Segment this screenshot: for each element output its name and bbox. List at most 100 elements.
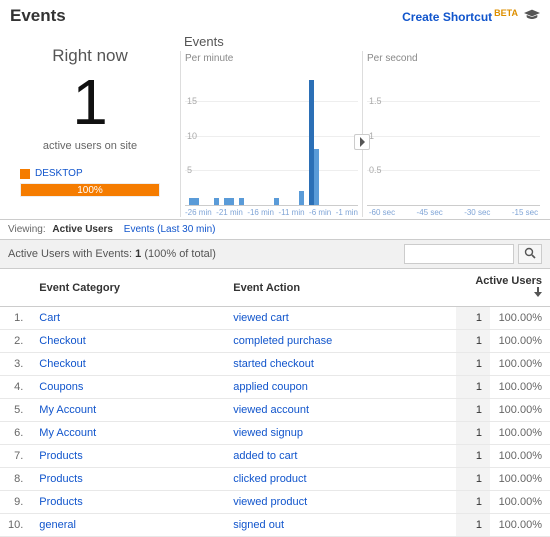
table-row: 1.Cartviewed cart1100.00%	[0, 307, 550, 330]
col-active-users[interactable]: Active Users	[456, 269, 550, 307]
row-index: 3.	[0, 353, 31, 376]
tab-events-30min[interactable]: Events (Last 30 min)	[124, 224, 216, 235]
per-second-x-labels: -60 sec -45 sec -30 sec -15 sec	[367, 208, 540, 217]
active-users-cell: 1	[456, 376, 490, 399]
percent-cell: 100.00%	[490, 353, 550, 376]
percent-cell: 100.00%	[490, 514, 550, 537]
report-header: Events Create ShortcutBETA	[0, 0, 550, 30]
event-action-link[interactable]: viewed account	[225, 399, 456, 422]
row-index: 5.	[0, 399, 31, 422]
event-action-link[interactable]: added to cart	[225, 445, 456, 468]
percent-cell: 100.00%	[490, 330, 550, 353]
event-action-link[interactable]: applied coupon	[225, 376, 456, 399]
event-action-link[interactable]: viewed cart	[225, 307, 456, 330]
device-desktop-link[interactable]: DESKTOP	[35, 168, 83, 179]
event-category-link[interactable]: Coupons	[31, 376, 225, 399]
active-users-cell: 1	[456, 353, 490, 376]
create-shortcut-link[interactable]: Create ShortcutBETA	[402, 8, 518, 24]
right-now-panel: Right now 1 active users on site DESKTOP…	[0, 30, 180, 219]
event-category-link[interactable]: general	[31, 514, 225, 537]
event-category-link[interactable]: Checkout	[31, 353, 225, 376]
col-event-action[interactable]: Event Action	[225, 269, 456, 307]
event-action-link[interactable]: completed purchase	[225, 330, 456, 353]
event-category-link[interactable]: My Account	[31, 422, 225, 445]
overview-section: Right now 1 active users on site DESKTOP…	[0, 30, 550, 220]
row-index: 8.	[0, 468, 31, 491]
per-minute-chart: Per minute 15 10 5	[180, 51, 362, 217]
percent-cell: 100.00%	[490, 445, 550, 468]
row-index: 1.	[0, 307, 31, 330]
search-controls	[404, 244, 542, 264]
search-button[interactable]	[518, 244, 542, 264]
event-action-link[interactable]: signed out	[225, 514, 456, 537]
percent-cell: 100.00%	[490, 307, 550, 330]
charts-panel: Events Per minute 15 10 5	[180, 30, 550, 219]
beta-badge: BETA	[494, 8, 518, 18]
active-users-subtext: active users on site	[10, 140, 170, 152]
header-actions: Create ShortcutBETA	[402, 8, 540, 24]
events-table: Event Category Event Action Active Users…	[0, 269, 550, 537]
event-category-link[interactable]: Products	[31, 468, 225, 491]
event-category-link[interactable]: Checkout	[31, 330, 225, 353]
table-row: 2.Checkoutcompleted purchase1100.00%	[0, 330, 550, 353]
percent-cell: 100.00%	[490, 376, 550, 399]
table-row: 8.Productsclicked product1100.00%	[0, 468, 550, 491]
table-row: 10.generalsigned out1100.00%	[0, 514, 550, 537]
chart-collapse-toggle[interactable]	[354, 134, 370, 150]
table-row: 3.Checkoutstarted checkout1100.00%	[0, 353, 550, 376]
table-row: 7.Productsadded to cart1100.00%	[0, 445, 550, 468]
search-input[interactable]	[404, 244, 514, 264]
row-index: 6.	[0, 422, 31, 445]
table-row: 5.My Accountviewed account1100.00%	[0, 399, 550, 422]
active-users-cell: 1	[456, 399, 490, 422]
device-legend: DESKTOP	[20, 168, 170, 179]
active-users-number: 1	[10, 70, 170, 134]
active-users-cell: 1	[456, 330, 490, 353]
page-title: Events	[10, 6, 66, 26]
percent-cell: 100.00%	[490, 399, 550, 422]
table-row: 9.Productsviewed product1100.00%	[0, 491, 550, 514]
row-index: 7.	[0, 445, 31, 468]
row-index: 9.	[0, 491, 31, 514]
summary-text: Active Users with Events: 1 (100% of tot…	[8, 248, 216, 260]
event-action-link[interactable]: started checkout	[225, 353, 456, 376]
right-now-label: Right now	[10, 46, 170, 66]
charts-title: Events	[184, 34, 544, 49]
table-row: 4.Couponsapplied coupon1100.00%	[0, 376, 550, 399]
sort-desc-icon	[534, 287, 542, 300]
active-users-cell: 1	[456, 468, 490, 491]
per-second-plot: 1.5 1 0.5	[367, 66, 540, 206]
event-action-link[interactable]: clicked product	[225, 468, 456, 491]
graduation-cap-icon[interactable]	[524, 9, 540, 24]
event-category-link[interactable]: My Account	[31, 399, 225, 422]
device-percent-label: 100%	[21, 184, 159, 198]
row-index: 2.	[0, 330, 31, 353]
active-users-cell: 1	[456, 491, 490, 514]
table-row: 6.My Accountviewed signup1100.00%	[0, 422, 550, 445]
device-percent-bar: 100%	[20, 183, 160, 197]
percent-cell: 100.00%	[490, 468, 550, 491]
row-index: 10.	[0, 514, 31, 537]
event-category-link[interactable]: Products	[31, 491, 225, 514]
active-users-cell: 1	[456, 307, 490, 330]
row-index: 4.	[0, 376, 31, 399]
per-minute-x-labels: -26 min -21 min -16 min -11 min -6 min -…	[185, 208, 358, 217]
per-minute-plot: 15 10 5	[185, 66, 358, 206]
active-users-cell: 1	[456, 445, 490, 468]
event-action-link[interactable]: viewed signup	[225, 422, 456, 445]
device-color-swatch	[20, 169, 30, 179]
summary-row: Active Users with Events: 1 (100% of tot…	[0, 240, 550, 269]
event-category-link[interactable]: Cart	[31, 307, 225, 330]
viewing-label: Viewing:	[8, 224, 46, 235]
percent-cell: 100.00%	[490, 491, 550, 514]
tab-active-users[interactable]: Active Users	[52, 224, 113, 235]
viewing-tabs: Viewing: Active Users Events (Last 30 mi…	[0, 220, 550, 240]
per-minute-label: Per minute	[185, 53, 362, 64]
table-header-row: Event Category Event Action Active Users	[0, 269, 550, 307]
event-category-link[interactable]: Products	[31, 445, 225, 468]
percent-cell: 100.00%	[490, 422, 550, 445]
active-users-cell: 1	[456, 422, 490, 445]
event-action-link[interactable]: viewed product	[225, 491, 456, 514]
per-second-chart: Per second 1.5 1 0.5 -60 sec -45 sec -30…	[362, 51, 544, 217]
col-event-category[interactable]: Event Category	[31, 269, 225, 307]
